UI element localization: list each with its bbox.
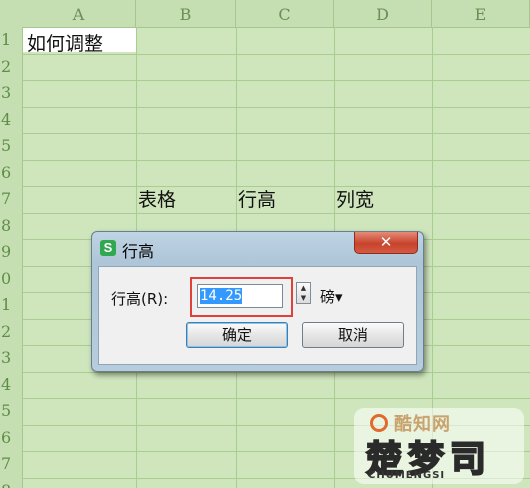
row-header[interactable]: 6: [0, 428, 22, 447]
column-header-a[interactable]: A: [22, 0, 136, 27]
dialog-body: 行高(R): ▲ ▼ 磅▾ 确定 取消: [98, 266, 417, 365]
watermark: 酷知网 楚梦司 CHUMENGSI: [354, 408, 524, 484]
row-gridline: [22, 133, 530, 134]
spin-down-icon[interactable]: ▼: [297, 293, 310, 303]
row-header[interactable]: 3: [0, 83, 22, 102]
row-header[interactable]: 9: [0, 242, 22, 261]
row-height-label: 行高(R):: [111, 290, 169, 308]
row-header[interactable]: 2: [0, 57, 22, 76]
row-gridline: [22, 107, 530, 108]
column-header-b[interactable]: B: [136, 0, 236, 27]
row-height-input[interactable]: [197, 284, 283, 308]
row-header[interactable]: 3: [0, 348, 22, 367]
row-gridline: [22, 372, 530, 373]
input-highlight-box: [190, 277, 293, 317]
row-header[interactable]: 1: [0, 30, 22, 49]
wps-logo-icon: S: [100, 240, 116, 256]
cancel-button[interactable]: 取消: [302, 322, 404, 348]
row-height-dialog: S 行高 ✕ 行高(R): ▲ ▼ 磅▾ 确定 取消: [91, 231, 424, 372]
row-header[interactable]: 1: [0, 295, 22, 314]
cell-c7-text: 行高: [238, 189, 277, 211]
unit-dropdown[interactable]: 磅▾: [320, 286, 343, 307]
column-header-c[interactable]: C: [236, 0, 334, 27]
cell-a1-text: 如何调整: [27, 33, 104, 55]
row-header[interactable]: 5: [0, 136, 22, 155]
column-header-row: A B C D E: [0, 0, 530, 28]
cell-b7-text: 表格: [138, 189, 177, 211]
watermark-sub-text: CHUMENGSI: [368, 470, 446, 481]
dialog-titlebar[interactable]: S 行高 ✕: [92, 232, 423, 264]
close-button[interactable]: ✕: [354, 232, 418, 254]
row-header[interactable]: 8: [0, 481, 22, 488]
cell-d7-text: 列宽: [336, 189, 375, 211]
row-header[interactable]: 5: [0, 401, 22, 420]
row-header[interactable]: 8: [0, 216, 22, 235]
column-header-e[interactable]: E: [432, 0, 530, 27]
row-header[interactable]: 7: [0, 454, 22, 473]
ok-button[interactable]: 确定: [186, 322, 288, 348]
row-gridline: [22, 80, 530, 81]
close-icon: ✕: [379, 233, 393, 251]
dialog-title: 行高: [122, 242, 155, 261]
row-header[interactable]: 6: [0, 163, 22, 182]
row-header[interactable]: 2: [0, 322, 22, 341]
row-header[interactable]: 0: [0, 269, 22, 288]
row-header[interactable]: 4: [0, 110, 22, 129]
row-height-spinner[interactable]: ▲ ▼: [296, 282, 311, 304]
row-gridline: [22, 213, 530, 214]
row-gridline: [22, 160, 530, 161]
row-header[interactable]: 4: [0, 375, 22, 394]
column-header-d[interactable]: D: [334, 0, 432, 27]
spin-up-icon[interactable]: ▲: [297, 283, 310, 293]
row-gridline: [22, 398, 530, 399]
row-header[interactable]: 7: [0, 189, 22, 208]
